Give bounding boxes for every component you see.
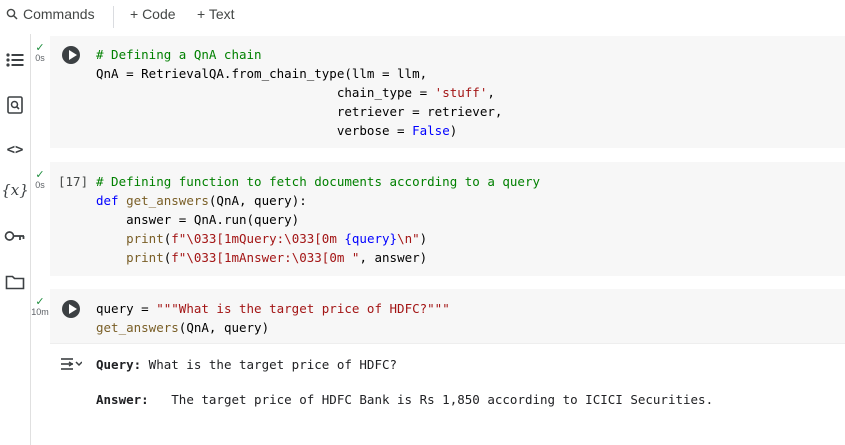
- answer-value: The target price of HDFC Bank is Rs 1,85…: [148, 392, 714, 407]
- cell-1-code[interactable]: # Defining a QnA chain QnA = RetrievalQA…: [96, 45, 502, 140]
- find-icon[interactable]: [0, 96, 30, 114]
- add-code-label: + Code: [130, 6, 176, 22]
- code-token: print: [126, 231, 164, 246]
- cell-1-time: 0s: [35, 53, 45, 63]
- add-text-label: + Text: [197, 6, 235, 22]
- cell-3-time: 10m: [31, 307, 49, 317]
- code-token: chain_type =: [336, 85, 435, 100]
- output-menu-icon[interactable]: [60, 356, 83, 377]
- secrets-key-icon[interactable]: [0, 230, 30, 242]
- output-query-line: Query: What is the target price of HDFC?: [96, 357, 397, 372]
- answer-label: Answer:: [96, 392, 149, 407]
- code-token: f"\033[1mQuery:\033[0m: [171, 231, 345, 246]
- query-label: Query:: [96, 357, 142, 372]
- code-token: \n": [397, 231, 420, 246]
- code-snippets-icon[interactable]: <>: [0, 142, 30, 158]
- table-of-contents-icon[interactable]: [0, 52, 30, 68]
- code-token: get_answers: [96, 320, 179, 335]
- check-icon: ✓: [35, 169, 45, 181]
- execution-count: [17]: [58, 174, 89, 189]
- commands-button[interactable]: Commands: [6, 6, 95, 22]
- code-token: {query}: [344, 231, 398, 246]
- variables-icon[interactable]: {x}: [0, 181, 30, 199]
- search-icon: [6, 8, 18, 20]
- cell-2-status: ✓ 0s: [30, 169, 50, 191]
- check-icon: ✓: [35, 296, 45, 308]
- output-answer-line: Answer: The target price of HDFC Bank is…: [96, 392, 713, 407]
- code-token: get_answers: [126, 193, 209, 208]
- code-token: """What is the target price of HDFC?""": [156, 301, 450, 316]
- code-token: (QnA, query): [178, 320, 270, 335]
- code-token: , answer): [359, 250, 428, 265]
- cell-3-status: ✓ 10m: [30, 296, 50, 318]
- code-token: print: [126, 250, 164, 265]
- check-icon: ✓: [35, 42, 45, 54]
- run-cell-button[interactable]: [62, 300, 80, 318]
- code-token: ,: [487, 85, 495, 100]
- code-line: # Defining a QnA chain: [96, 47, 262, 62]
- toolbar-divider: [113, 6, 114, 28]
- code-line: QnA = RetrievalQA.from_chain_type(llm = …: [96, 66, 428, 81]
- code-token: 'stuff': [434, 85, 488, 100]
- cell-2-code[interactable]: # Defining function to fetch documents a…: [96, 172, 540, 267]
- code-token: False: [412, 123, 450, 138]
- files-folder-icon[interactable]: [0, 274, 30, 290]
- code-token: (QnA, query):: [208, 193, 307, 208]
- code-line: # Defining function to fetch documents a…: [96, 174, 541, 189]
- code-line: answer = QnA.run(query): [126, 212, 300, 227]
- code-token: query =: [96, 301, 157, 316]
- add-code-button[interactable]: + Code: [130, 6, 176, 22]
- query-value: What is the target price of HDFC?: [141, 357, 398, 372]
- code-token: def: [96, 193, 119, 208]
- code-line: retriever = retriever,: [336, 104, 503, 119]
- code-token: f"\033[1mAnswer:\033[0m ": [171, 250, 360, 265]
- cell-2-time: 0s: [35, 180, 45, 190]
- add-text-button[interactable]: + Text: [197, 6, 235, 22]
- cell-1-status: ✓ 0s: [30, 42, 50, 64]
- run-cell-button[interactable]: [62, 46, 80, 64]
- toolbar: Commands + Code + Text: [0, 0, 845, 32]
- code-token: ): [449, 123, 458, 138]
- left-sidebar: <> {x}: [0, 34, 31, 445]
- cell-output: Query: What is the target price of HDFC?…: [50, 343, 845, 420]
- commands-label: Commands: [23, 6, 95, 22]
- cell-3-code[interactable]: query = """What is the target price of H…: [96, 299, 450, 337]
- code-token: verbose =: [336, 123, 413, 138]
